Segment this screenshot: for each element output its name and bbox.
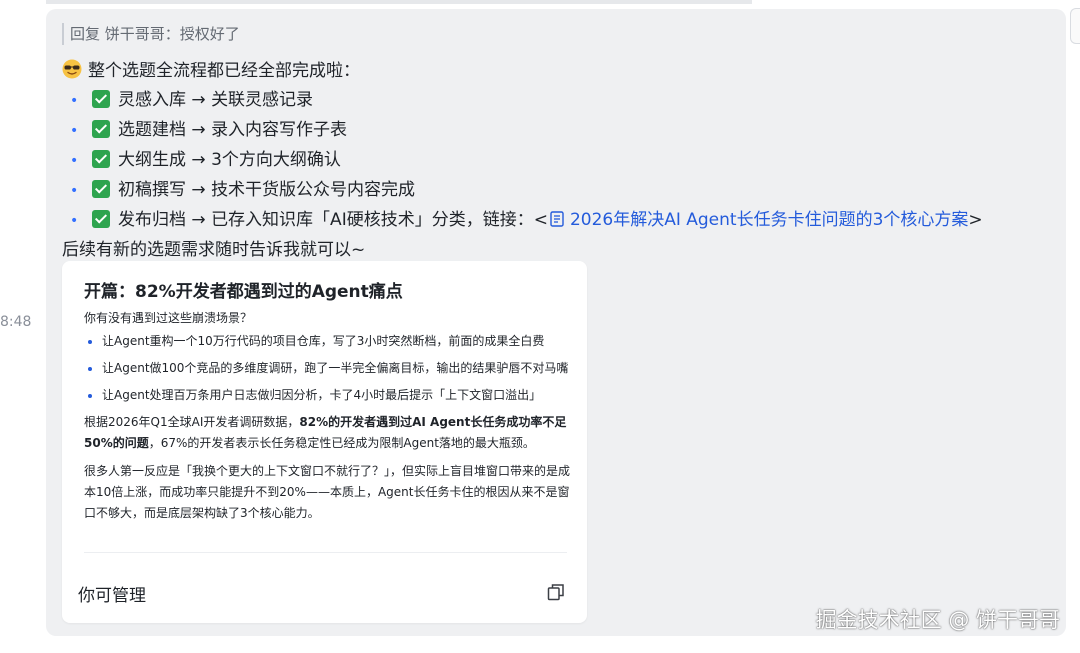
checkbox-icon <box>92 120 110 138</box>
step-item: • 选题建档 → 录入内容写作子表 <box>70 120 348 140</box>
step-result: 3个方向大纲确认 <box>211 150 341 170</box>
step-label: 初稿撰写 <box>118 180 186 200</box>
step-label: 灵感入库 <box>118 90 186 110</box>
step-result: 关联灵感记录 <box>211 90 314 110</box>
message-bubble: 回复 饼干哥哥：授权好了 整个选题全流程都已经全部完成啦： • 灵感入库 → 关联… <box>46 9 1066 636</box>
step-result: 录入内容写作子表 <box>211 120 348 140</box>
checkbox-icon <box>92 90 110 108</box>
list-item: 让Agent处理百万条用户日志做归因分析，卡了4小时最后提示「上下文窗口溢出」 <box>84 385 570 406</box>
side-panel-edge[interactable] <box>1070 8 1080 44</box>
checkbox-icon <box>92 180 110 198</box>
reply-text: 饼干哥哥：授权好了 <box>104 25 240 43</box>
card-title: 开篇：82%开发者都遇到过的Agent痛点 <box>84 282 403 302</box>
doc-icon <box>550 211 564 227</box>
doc-link-text: 2026年解决AI Agent长任务卡住问题的3个核心方案 <box>569 210 969 230</box>
card-footer-label: 你可管理 <box>78 586 146 606</box>
list-item: 让Agent重构一个10万行代码的项目仓库，写了3小时突然断档，前面的成果全白费 <box>84 331 570 352</box>
step-item: • 灵感入库 → 关联灵感记录 <box>70 90 314 110</box>
step-label: 发布归档 <box>118 210 186 230</box>
reply-prefix: 回复 <box>70 25 101 43</box>
top-scroll-strip <box>46 0 752 4</box>
step-item: • 初稿撰写 → 技术干货版公众号内容完成 <box>70 180 416 200</box>
copy-icon[interactable] <box>547 583 565 601</box>
doc-preview-card[interactable]: 开篇：82%开发者都遇到过的Agent痛点 你有没有遇到过这些崩溃场景？ 让Ag… <box>62 261 587 623</box>
message-intro: 整个选题全流程都已经全部完成啦： <box>88 61 360 81</box>
message-timestamp: 8:48 <box>0 314 32 330</box>
step-result: 已存入知识库「AI硬核技术」分类，链接：< <box>211 210 548 230</box>
step-label: 选题建档 <box>118 120 186 140</box>
list-item: 让Agent做100个竞品的多维度调研，跑了一半完全偏离目标，输出的结果驴唇不对… <box>84 358 570 379</box>
card-bullet-list: 让Agent重构一个10万行代码的项目仓库，写了3小时突然断档，前面的成果全白费… <box>84 331 570 406</box>
checkbox-icon <box>92 150 110 168</box>
message-intro-line: 整个选题全流程都已经全部完成啦： <box>62 57 1062 86</box>
card-paragraph: 根据2026年Q1全球AI开发者调研数据，82%的开发者遇到过AI Agent长… <box>84 415 567 450</box>
step-item: • 大纲生成 → 3个方向大纲确认 <box>70 150 341 170</box>
step-label: 大纲生成 <box>118 150 186 170</box>
checkbox-icon <box>92 210 110 228</box>
step-result: 技术干货版公众号内容完成 <box>211 180 416 200</box>
card-body: 让Agent重构一个10万行代码的项目仓库，写了3小时突然断档，前面的成果全白费… <box>84 331 570 531</box>
face-emoji-icon <box>62 59 82 79</box>
knowledge-doc-link[interactable]: 2026年解决AI Agent长任务卡住问题的3个核心方案 <box>548 210 968 230</box>
watermark: 掘金技术社区 @ 饼干哥哥 <box>815 608 1060 632</box>
message-text: 整个选题全流程都已经全部完成啦： • 灵感入库 → 关联灵感记录 • 选题建档 → … <box>62 57 1062 265</box>
step-item: • 发布归档 → 已存入知识库「AI硬核技术」分类，链接：< 2026年解决AI A… <box>70 210 983 230</box>
card-paragraph: 很多人第一反应是「我换个更大的上下文窗口不就行了？」，但实际上盲目堆窗口带来的是… <box>84 464 571 520</box>
card-divider <box>84 552 567 553</box>
card-subtitle: 你有没有遇到过这些崩溃场景？ <box>84 311 253 325</box>
reply-quote[interactable]: 回复 饼干哥哥：授权好了 <box>62 23 240 45</box>
